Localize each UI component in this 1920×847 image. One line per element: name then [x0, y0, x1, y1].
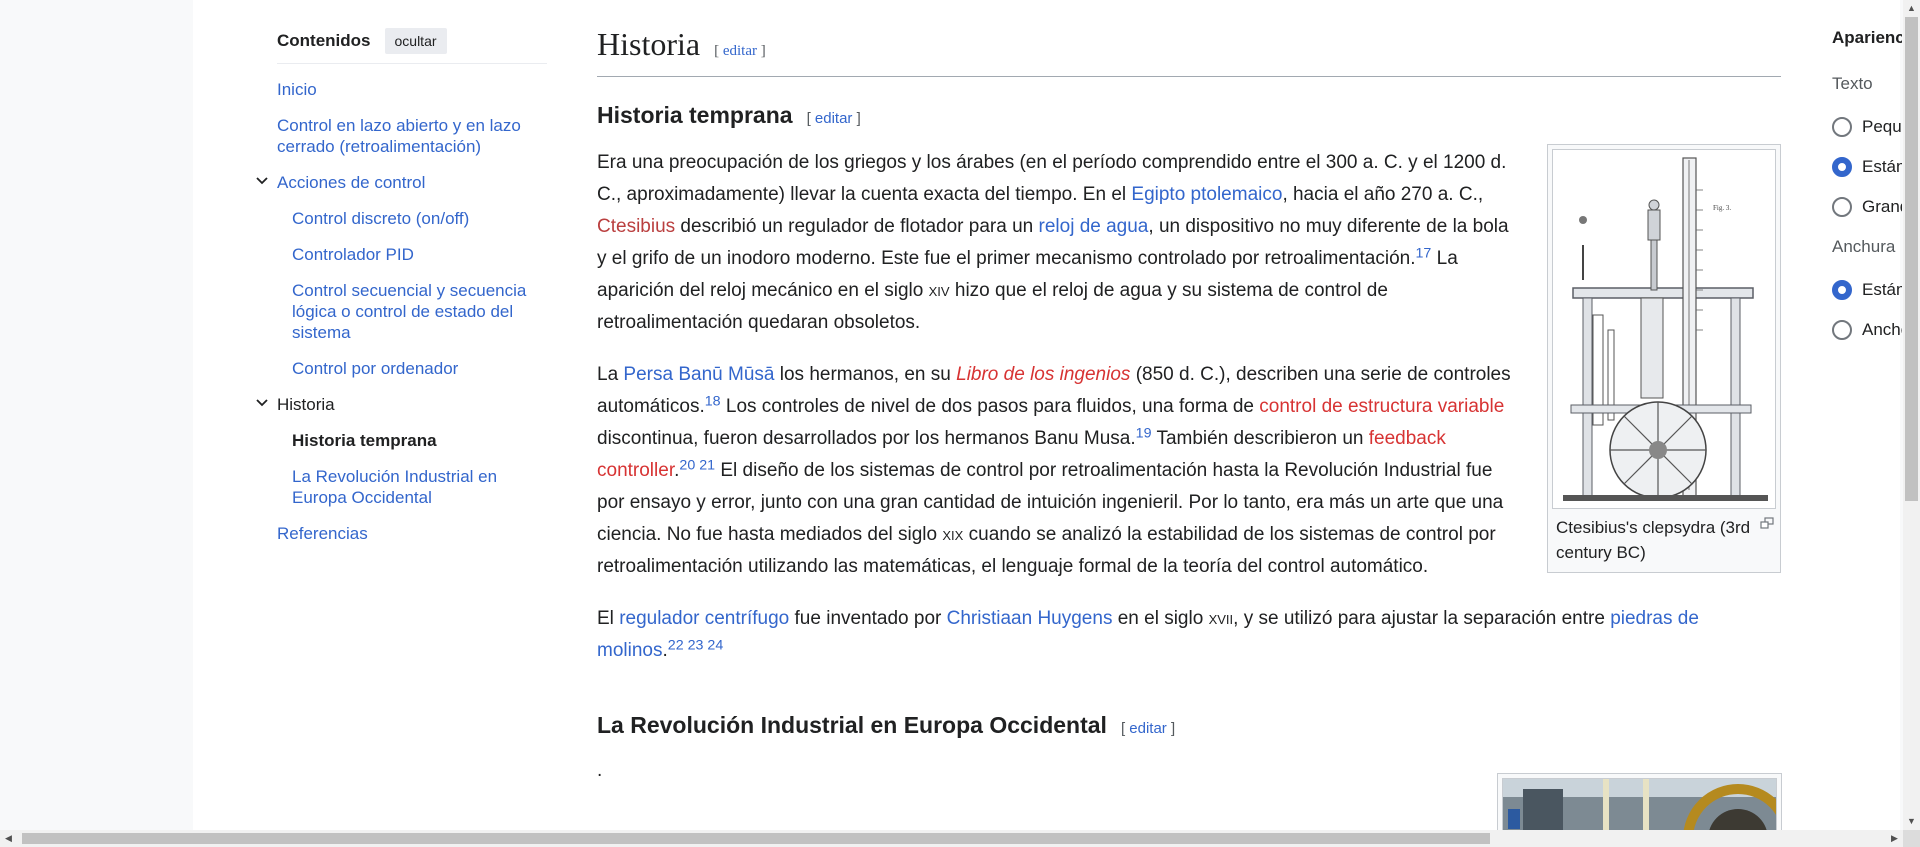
text: Los controles de nivel de dos pasos para… [720, 396, 1260, 417]
chevron-down-icon[interactable] [255, 396, 269, 410]
toc-header: Contenidos ocultar [277, 28, 547, 64]
ref-21[interactable]: 21 [699, 458, 715, 474]
svg-text:Fig. 3.: Fig. 3. [1713, 204, 1731, 212]
table-of-contents: Contenidos ocultar Inicio Control en laz… [256, 28, 547, 544]
toc-item-control-discreto[interactable]: Control discreto (on/off) [292, 209, 469, 228]
link-regulador-centrifugo[interactable]: regulador centrífugo [619, 608, 789, 629]
link-christiaan-huygens[interactable]: Christiaan Huygens [947, 608, 1113, 629]
link-libro-de-los-ingenios[interactable]: Libro de los ingenios [956, 364, 1130, 385]
chevron-down-icon[interactable] [255, 174, 269, 188]
subsection-heading-revolucion-industrial: La Revolución Industrial en Europa Occid… [597, 711, 1781, 743]
toc-item-control-lazo[interactable]: Control en lazo abierto y en lazo cerrad… [277, 116, 521, 156]
text: los hermanos, en su [774, 364, 957, 385]
scroll-down-arrow-icon[interactable]: ▼ [1903, 813, 1920, 830]
century-numeral: xvii [1208, 608, 1234, 629]
link-egipto-ptolemaico[interactable]: Egipto ptolemaico [1131, 184, 1282, 205]
toc-hide-button[interactable]: ocultar [384, 28, 447, 54]
text-size-option-small[interactable]: Pequeño [1832, 107, 1902, 147]
width-label: Anchura [1832, 237, 1896, 256]
link-banu-musa[interactable]: Banū Mūsā [678, 364, 774, 385]
subsection-heading-historia-temprana: Historia temprana [ editar ] [597, 101, 1781, 133]
text: en el siglo [1112, 608, 1209, 629]
radio-button-selected[interactable] [1832, 157, 1852, 177]
edit-section-link: [ editar ] [806, 110, 861, 127]
radio-button[interactable] [1832, 117, 1852, 137]
radio-button[interactable] [1832, 320, 1852, 340]
text: También describieron un [1151, 428, 1369, 449]
toc-item-acciones[interactable]: Acciones de control [277, 173, 425, 192]
edit-link[interactable]: editar [815, 110, 853, 127]
toc-item-referencias[interactable]: Referencias [277, 524, 368, 543]
edit-section-link: [ editar ] [714, 43, 766, 59]
radio-button[interactable] [1832, 197, 1852, 217]
ref-19[interactable]: 19 [1136, 426, 1152, 442]
toc-item-historia[interactable]: Historia [277, 395, 335, 414]
scroll-up-arrow-icon[interactable]: ▲ [1903, 0, 1920, 17]
section-heading-historia: Historia [ editar ] [597, 25, 1781, 77]
ref-24[interactable]: 24 [707, 638, 723, 654]
scrollbar-corner [1903, 830, 1920, 847]
ref-17[interactable]: 17 [1415, 246, 1431, 262]
figure-clepsydra: Fig. 3. Ctesibius's clepsydra (3rd centu… [1547, 144, 1781, 573]
link-reloj-de-agua[interactable]: reloj de agua [1039, 216, 1149, 237]
edit-section-link: [ editar ] [1120, 720, 1176, 737]
appearance-title: Apariencia [1832, 28, 1902, 47]
text: El [597, 608, 620, 629]
option-label: Estándar [1862, 280, 1902, 299]
text-size-option-standard[interactable]: Estándar [1832, 147, 1902, 187]
caption-text: Ctesibius's clepsydra (3rd century BC) [1556, 518, 1751, 562]
clepsydra-drawing: Fig. 3. [1563, 157, 1768, 501]
clepsydra-image[interactable]: Fig. 3. [1552, 149, 1776, 509]
ref-22[interactable]: 22 [668, 638, 684, 654]
link-control-estructura-variable[interactable]: control de estructura variable [1259, 396, 1504, 417]
paragraph-3: El regulador centrífugo fue inventado po… [597, 603, 1781, 667]
link-ctesibius[interactable]: Ctesibius [597, 216, 675, 237]
paragraph-2: La Persa Banū Mūsā los hermanos, en su L… [597, 359, 1517, 583]
paragraph-1: Era una preocupación de los griegos y lo… [597, 147, 1517, 339]
toc-item-revolucion-industrial[interactable]: La Revolución Industrial en Europa Occid… [292, 467, 497, 507]
text-size-label: Texto [1832, 74, 1873, 93]
toc-item-control-ordenador[interactable]: Control por ordenador [292, 359, 458, 378]
text: fue inventado por [789, 608, 947, 629]
ref-23[interactable]: 23 [688, 638, 704, 654]
option-label: Pequeño [1862, 117, 1902, 136]
scroll-left-arrow-icon[interactable]: ◀ [0, 830, 17, 847]
figure-caption: Ctesibius's clepsydra (3rd century BC) [1552, 509, 1776, 567]
option-label: Estándar [1862, 157, 1902, 176]
text: discontinua, fueron desarrollados por lo… [597, 428, 1136, 449]
vertical-scrollbar[interactable]: ▲ ▼ [1903, 0, 1920, 830]
century-numeral: xix [942, 524, 964, 545]
edit-link[interactable]: editar [1129, 720, 1167, 737]
width-option-standard[interactable]: Estándar [1832, 270, 1902, 310]
text: describió un regulador de flotador para … [675, 216, 1039, 237]
enlarge-icon[interactable] [1760, 517, 1774, 529]
horizontal-scroll-thumb[interactable] [22, 833, 1490, 844]
section-title: Historia [597, 26, 701, 62]
vertical-scroll-thumb[interactable] [1905, 17, 1918, 501]
scroll-right-arrow-icon[interactable]: ▶ [1886, 830, 1903, 847]
horizontal-scrollbar[interactable]: ◀ ▶ [0, 830, 1903, 847]
toc-item-controlador-pid[interactable]: Controlador PID [292, 245, 414, 264]
toc-title: Contenidos [277, 31, 371, 50]
option-label: Ancho [1862, 320, 1902, 339]
width-option-wide[interactable]: Ancho [1832, 310, 1902, 350]
edit-link[interactable]: editar [723, 43, 757, 59]
subsection-title: La Revolución Industrial en Europa Occid… [597, 712, 1107, 738]
appearance-panel: Apariencia Texto Pequeño Estándar Grande… [1832, 28, 1902, 350]
ref-18[interactable]: 18 [705, 394, 721, 410]
century-numeral: xiv [928, 280, 950, 301]
text: , y se utilizó para ajustar la separació… [1233, 608, 1611, 629]
text-size-option-large[interactable]: Grande [1832, 187, 1902, 227]
option-label: Grande [1862, 197, 1902, 216]
toc-item-control-secuencial[interactable]: Control secuencial y secuencia lógica o … [292, 281, 526, 342]
toc-item-historia-temprana[interactable]: Historia temprana [292, 431, 437, 450]
text: , hacia el año 270 a. C., [1282, 184, 1484, 205]
article-content: Historia [ editar ] Historia temprana [ ed… [597, 25, 1782, 840]
toc-item-inicio[interactable]: Inicio [277, 80, 317, 99]
link-persa[interactable]: Persa [623, 364, 673, 385]
text: La [597, 364, 624, 385]
radio-button-selected[interactable] [1832, 280, 1852, 300]
subsection-title: Historia temprana [597, 102, 793, 128]
ref-20[interactable]: 20 [679, 458, 695, 474]
